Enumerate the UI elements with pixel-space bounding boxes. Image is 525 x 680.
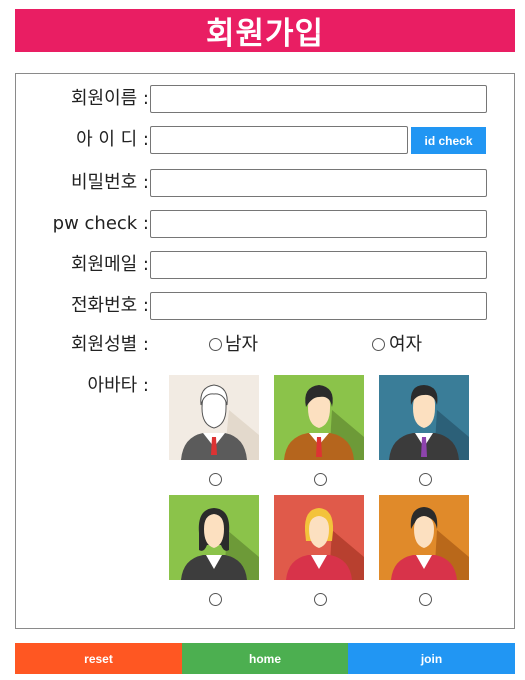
phone-row: 전화번호 : xyxy=(16,291,516,321)
id-label: 아 이 디 : xyxy=(76,129,149,150)
gender-female-label: 여자 xyxy=(389,334,423,355)
avatar-radio-4[interactable] xyxy=(209,593,222,606)
password-row: 비밀번호 : xyxy=(16,168,516,198)
signup-form: 회원이름 : 아 이 디 : id check 비밀번호 : pw check … xyxy=(15,73,515,629)
phone-label: 전화번호 : xyxy=(70,295,149,316)
phone-input[interactable] xyxy=(150,292,487,320)
email-input[interactable] xyxy=(150,251,487,279)
reset-button[interactable]: reset xyxy=(15,643,182,674)
gender-label: 회원성별 : xyxy=(70,334,149,355)
avatar-label: 아바타 : xyxy=(87,375,149,396)
email-label: 회원메일 : xyxy=(70,254,149,275)
avatar-radio-6[interactable] xyxy=(419,593,432,606)
avatar-radio-3[interactable] xyxy=(419,473,432,486)
pw-check-input[interactable] xyxy=(150,210,487,238)
name-label: 회원이름 : xyxy=(70,88,149,109)
gender-male-label: 남자 xyxy=(225,334,259,355)
avatar-teal-man-icon[interactable] xyxy=(379,375,469,460)
footer-buttons: reset home join xyxy=(15,643,515,674)
avatar-red-blonde-woman-icon[interactable] xyxy=(274,495,364,580)
pw-check-row: pw check : xyxy=(16,209,516,239)
id-input[interactable] xyxy=(150,126,408,154)
home-button[interactable]: home xyxy=(182,643,348,674)
name-input[interactable] xyxy=(150,85,487,113)
gender-male-radio[interactable] xyxy=(209,338,222,351)
id-row: 아 이 디 : id check xyxy=(16,125,516,155)
gender-female-radio[interactable] xyxy=(372,338,385,351)
email-row: 회원메일 : xyxy=(16,250,516,280)
avatar-radio-5[interactable] xyxy=(314,593,327,606)
join-button[interactable]: join xyxy=(348,643,515,674)
pw-check-label: pw check : xyxy=(52,213,149,234)
id-check-button[interactable]: id check xyxy=(411,127,486,154)
page-title: 회원가입 xyxy=(15,9,515,52)
avatar-green-man-icon[interactable] xyxy=(274,375,364,460)
password-input[interactable] xyxy=(150,169,487,197)
gender-row: 회원성별 : 남자 여자 xyxy=(16,330,516,360)
password-label: 비밀번호 : xyxy=(70,172,149,193)
avatar-orange-woman-icon[interactable] xyxy=(379,495,469,580)
avatar-radio-2[interactable] xyxy=(314,473,327,486)
name-row: 회원이름 : xyxy=(16,84,516,114)
avatar-green-woman-icon[interactable] xyxy=(169,495,259,580)
avatar-outline-man-icon[interactable] xyxy=(169,375,259,460)
avatar-radio-1[interactable] xyxy=(209,473,222,486)
